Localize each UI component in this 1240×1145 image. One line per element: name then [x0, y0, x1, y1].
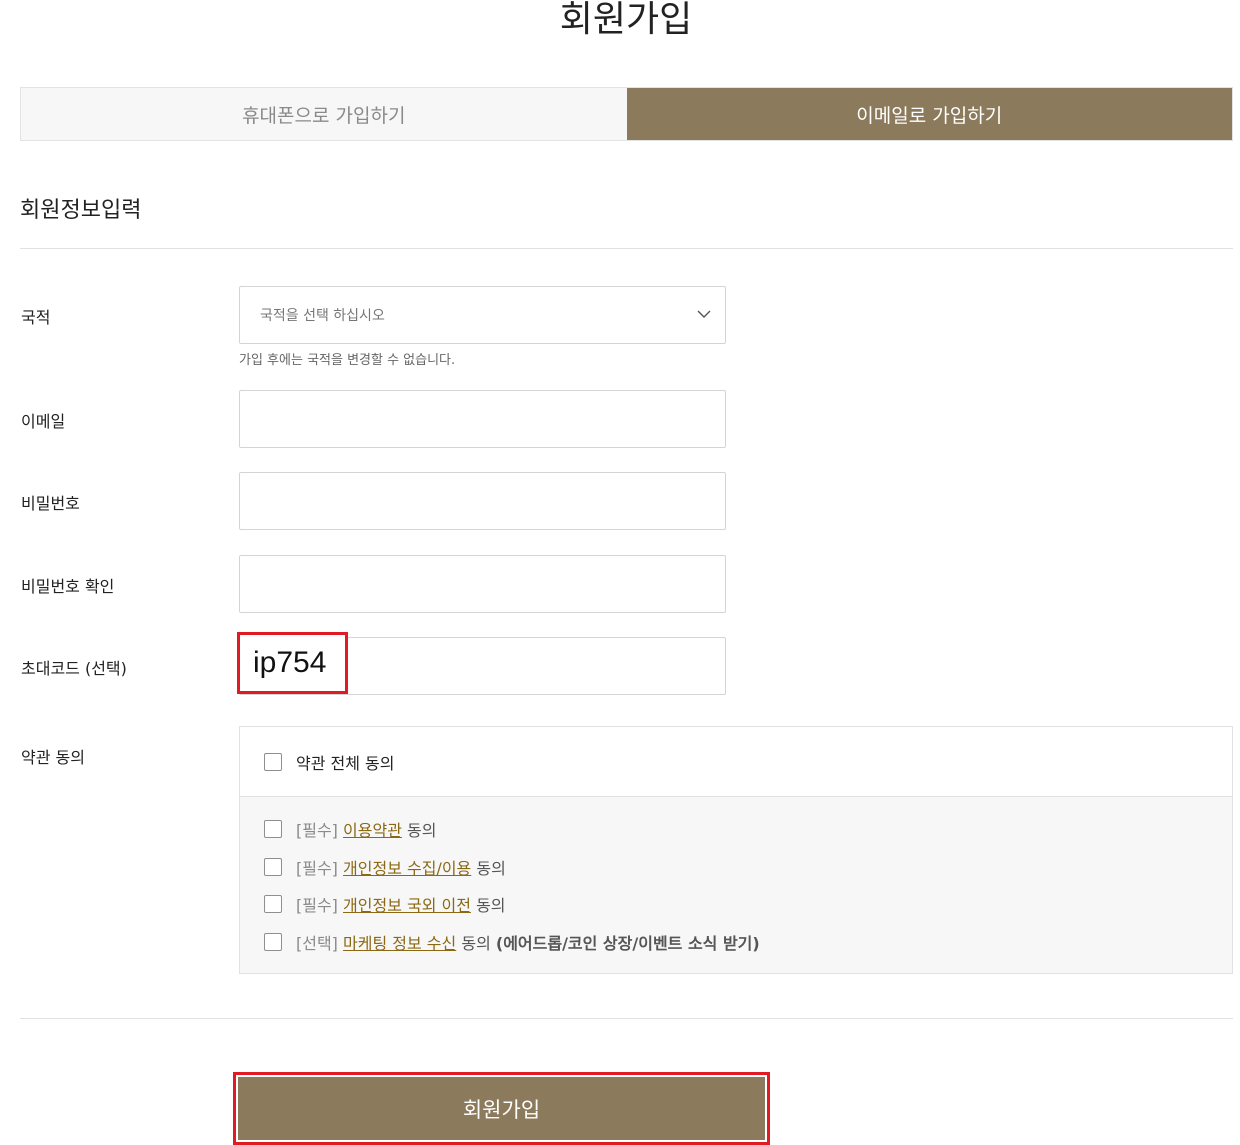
- terms-item-text: [필수] 이용약관 동의: [296, 817, 436, 841]
- tab-phone-signup[interactable]: 휴대폰으로 가입하기: [21, 88, 627, 140]
- email-field-box: [239, 390, 726, 448]
- terms-tag: [필수]: [296, 821, 338, 840]
- terms-checkbox[interactable]: [264, 933, 282, 951]
- password-field[interactable]: [240, 473, 725, 529]
- signup-method-tabs: 휴대폰으로 가입하기 이메일로 가입하기: [20, 87, 1233, 141]
- email-label: 이메일: [21, 412, 66, 431]
- terms-suffix: 동의: [476, 859, 506, 878]
- terms-link[interactable]: 마케팅 정보 수신: [343, 934, 456, 953]
- terms-tag: [필수]: [296, 896, 338, 915]
- password-confirm-label: 비밀번호 확인: [21, 577, 115, 596]
- terms-all-row: 약관 전체 동의: [240, 727, 1232, 797]
- terms-extra: (에어드롭/코인 상장/이벤트 소식 받기): [495, 934, 760, 953]
- terms-item: [필수] 개인정보 수집/이용 동의: [264, 855, 506, 879]
- terms-link[interactable]: 개인정보 수집/이용: [343, 859, 471, 878]
- divider: [20, 248, 1233, 249]
- terms-suffix: 동의: [407, 821, 437, 840]
- email-field[interactable]: [240, 391, 725, 447]
- terms-link[interactable]: 개인정보 국외 이전: [343, 896, 471, 915]
- nationality-select[interactable]: 국적을 선택 하십시오: [239, 286, 726, 344]
- divider: [20, 1018, 1233, 1019]
- terms-tag: [필수]: [296, 859, 338, 878]
- chevron-down-icon: [697, 310, 711, 318]
- terms-checkbox[interactable]: [264, 858, 282, 876]
- terms-box: 약관 전체 동의 [필수] 이용약관 동의 [필수] 개인정보 수집/이용 동의…: [239, 726, 1233, 974]
- terms-checkbox[interactable]: [264, 895, 282, 913]
- terms-all-checkbox[interactable]: [264, 752, 282, 771]
- section-title: 회원정보입력: [20, 198, 142, 223]
- terms-tag: [선택]: [296, 934, 338, 953]
- tab-email-signup[interactable]: 이메일로 가입하기: [626, 88, 1232, 140]
- invite-code-label: 초대코드 (선택): [21, 659, 127, 678]
- password-confirm-field-box: [239, 555, 726, 613]
- terms-item-text: [필수] 개인정보 수집/이용 동의: [296, 855, 506, 879]
- terms-item-text: [필수] 개인정보 국외 이전 동의: [296, 892, 506, 916]
- page-title: 회원가입: [559, 0, 693, 40]
- nationality-placeholder: 국적을 선택 하십시오: [260, 308, 385, 324]
- terms-item-text: [선택] 마케팅 정보 수신 동의 (에어드롭/코인 상장/이벤트 소식 받기): [296, 930, 760, 954]
- password-confirm-field[interactable]: [240, 556, 725, 612]
- nationality-label: 국적: [21, 308, 51, 327]
- terms-suffix: 동의: [476, 896, 506, 915]
- password-field-box: [239, 472, 726, 530]
- terms-item: [필수] 개인정보 국외 이전 동의: [264, 892, 506, 916]
- terms-all-label: 약관 전체 동의: [296, 753, 395, 773]
- submit-highlight: 회원가입: [233, 1072, 770, 1145]
- terms-item: [선택] 마케팅 정보 수신 동의 (에어드롭/코인 상장/이벤트 소식 받기): [264, 930, 760, 954]
- terms-label: 약관 동의: [21, 748, 85, 767]
- terms-checkbox[interactable]: [264, 820, 282, 838]
- invite-code-value: ip754: [237, 632, 348, 694]
- signup-submit-button[interactable]: 회원가입: [238, 1077, 765, 1140]
- terms-suffix: 동의: [461, 934, 491, 953]
- nationality-hint: 가입 후에는 국적을 변경할 수 없습니다.: [239, 353, 456, 368]
- terms-item: [필수] 이용약관 동의: [264, 817, 436, 841]
- password-label: 비밀번호: [21, 494, 80, 513]
- terms-link[interactable]: 이용약관: [343, 821, 402, 840]
